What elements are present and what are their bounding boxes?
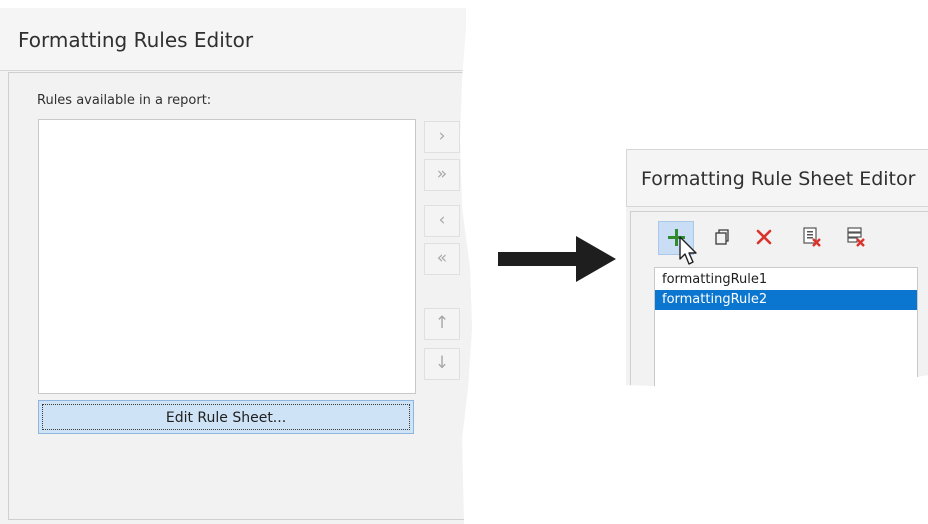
purge-rules-button[interactable] — [798, 223, 826, 251]
mouse-pointer-icon — [679, 236, 697, 265]
move-right-button[interactable]: › — [424, 121, 460, 153]
move-up-icon: ↑ — [434, 313, 450, 333]
move-all-right-button[interactable]: » — [424, 159, 460, 191]
dialog-title: Formatting Rule Sheet Editor — [641, 168, 916, 190]
move-all-left-button[interactable]: « — [424, 243, 460, 275]
report-rules-list[interactable] — [38, 119, 416, 394]
move-all-left-icon: « — [436, 248, 448, 268]
move-all-right-icon: » — [436, 164, 448, 184]
copy-rule-button[interactable] — [708, 223, 736, 251]
copy-icon — [715, 229, 729, 245]
list-item-selected[interactable]: formattingRule2 — [655, 290, 917, 310]
move-down-icon: ↓ — [434, 353, 450, 373]
formatting-rule-sheet-editor-dialog: Formatting Rule Sheet Editor formattingR… — [626, 149, 928, 388]
edit-rule-sheet-button[interactable]: Edit Rule Sheet... — [38, 400, 414, 434]
delete-icon — [756, 229, 772, 245]
clear-icon — [847, 227, 865, 247]
dialog-title-bar: Formatting Rules Editor — [0, 8, 472, 71]
dialog-title: Formatting Rules Editor — [18, 28, 254, 52]
move-right-icon: › — [438, 126, 446, 146]
move-left-icon: ‹ — [438, 210, 446, 230]
transition-arrow-icon — [498, 236, 616, 282]
delete-rule-button[interactable] — [750, 223, 778, 251]
rule-sheet-list[interactable]: formattingRule1 formattingRule2 — [654, 267, 918, 388]
move-down-button[interactable]: ↓ — [424, 348, 460, 380]
move-left-button[interactable]: ‹ — [424, 205, 460, 237]
clear-rules-button[interactable] — [842, 223, 870, 251]
purge-icon — [803, 227, 821, 247]
dialog-title-bar: Formatting Rule Sheet Editor — [626, 149, 928, 207]
move-up-button[interactable]: ↑ — [424, 308, 460, 340]
list-item[interactable]: formattingRule1 — [655, 270, 917, 290]
edit-rule-sheet-label: Edit Rule Sheet... — [165, 410, 287, 426]
rules-available-label: Rules available in a report: — [37, 93, 212, 108]
